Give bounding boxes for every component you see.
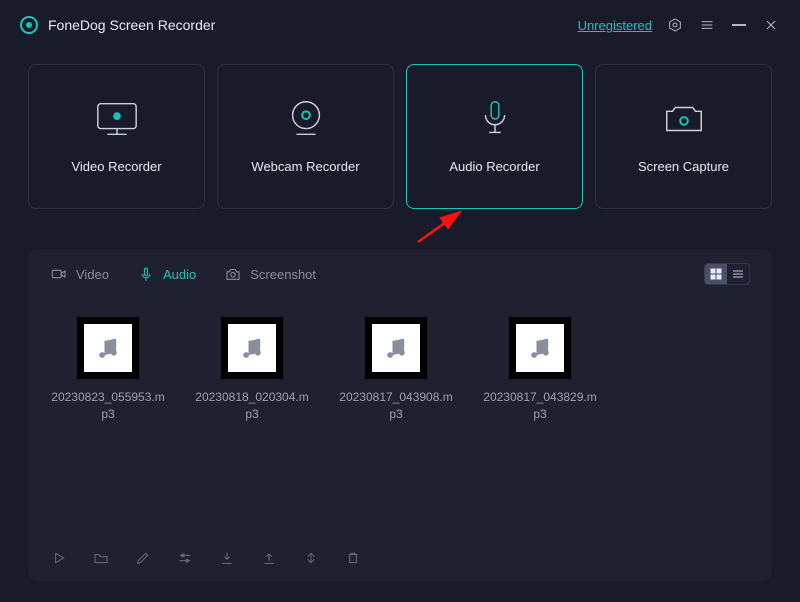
list-item[interactable]: 20230818_020304.mp3 [194,317,310,539]
menu-icon[interactable] [698,16,716,34]
share-button[interactable] [260,549,278,567]
tab-video-label: Video [76,267,109,282]
camera-icon [661,99,707,139]
screenshot-icon [224,265,242,283]
panel-toolbar [28,539,772,567]
webcam-recorder-label: Webcam Recorder [251,159,359,174]
convert-button[interactable] [302,549,320,567]
video-recorder-card[interactable]: Video Recorder [28,64,205,209]
panel-header: Video Audio Screenshot [28,263,772,299]
microphone-icon [472,99,518,139]
list-item[interactable]: 20230823_055953.mp3 [50,317,166,539]
audio-thumbnail [509,317,571,379]
screen-capture-card[interactable]: Screen Capture [595,64,772,209]
file-name: 20230818_020304.mp3 [194,389,310,423]
file-name: 20230817_043829.mp3 [482,389,598,423]
audio-thumbnail [365,317,427,379]
download-button[interactable] [218,549,236,567]
title-left: FoneDog Screen Recorder [20,16,215,34]
play-button[interactable] [50,549,68,567]
webcam-icon [283,99,329,139]
tab-audio[interactable]: Audio [137,265,196,283]
view-switch [704,263,750,285]
view-grid-button[interactable] [705,264,727,284]
audio-thumbnail [77,317,139,379]
file-name: 20230823_055953.mp3 [50,389,166,423]
settings-icon[interactable] [666,16,684,34]
audio-recorder-label: Audio Recorder [449,159,539,174]
monitor-icon [94,99,140,139]
titlebar: FoneDog Screen Recorder Unregistered [0,0,800,50]
webcam-recorder-card[interactable]: Webcam Recorder [217,64,394,209]
tab-screenshot[interactable]: Screenshot [224,265,316,283]
history-panel: Video Audio Screenshot [28,249,772,581]
edit-button[interactable] [134,549,152,567]
video-icon [50,265,68,283]
screen-capture-label: Screen Capture [638,159,729,174]
tab-screenshot-label: Screenshot [250,267,316,282]
audio-recorder-card[interactable]: Audio Recorder [406,64,583,209]
list-item[interactable]: 20230817_043829.mp3 [482,317,598,539]
tab-video[interactable]: Video [50,265,109,283]
items-grid: 20230823_055953.mp3 20230818_020304.mp3 … [28,299,772,539]
filter-button[interactable] [176,549,194,567]
file-name: 20230817_043908.mp3 [338,389,454,423]
annotation-arrow [410,208,470,253]
audio-thumbnail [221,317,283,379]
audio-icon [137,265,155,283]
video-recorder-label: Video Recorder [71,159,161,174]
unregistered-link[interactable]: Unregistered [578,18,652,33]
app-title: FoneDog Screen Recorder [48,17,215,33]
close-button[interactable] [762,16,780,34]
mode-cards: Video Recorder Webcam Recorder [0,50,800,209]
title-right: Unregistered [578,16,780,34]
tab-audio-label: Audio [163,267,196,282]
open-folder-button[interactable] [92,549,110,567]
delete-button[interactable] [344,549,362,567]
history-tabs: Video Audio Screenshot [50,265,316,283]
list-item[interactable]: 20230817_043908.mp3 [338,317,454,539]
view-list-button[interactable] [727,264,749,284]
app-logo [20,16,38,34]
window: FoneDog Screen Recorder Unregistered [0,0,800,602]
minimize-button[interactable] [730,16,748,34]
